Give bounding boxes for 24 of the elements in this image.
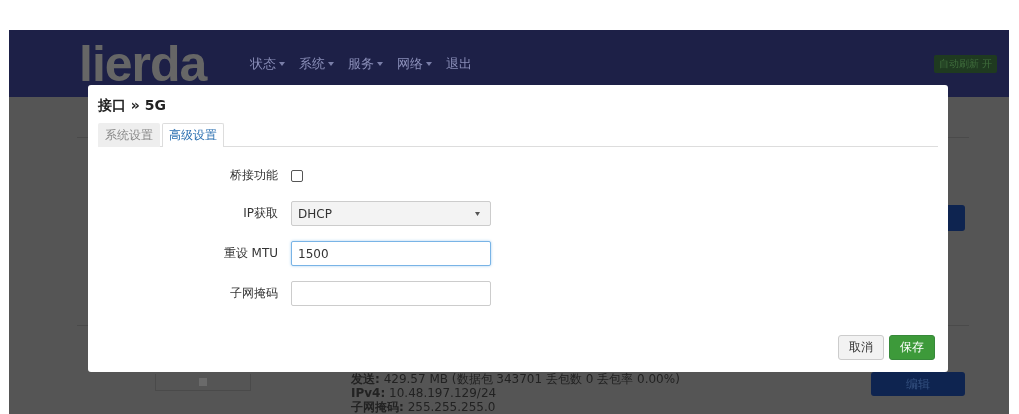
field-label: IP获取	[242, 205, 279, 222]
caret-icon	[328, 61, 335, 66]
menu-item[interactable]: 服务	[348, 54, 384, 73]
field-label: 子网掩码	[229, 285, 279, 302]
field-label: 重设 MTU	[222, 245, 279, 262]
menu-item[interactable]: 网络	[397, 54, 433, 73]
menu-item[interactable]: 退出	[446, 54, 473, 73]
dialog-title: 接口 » 5G	[98, 97, 168, 115]
menu-item[interactable]: 系统	[299, 54, 335, 73]
logo: lierda	[79, 38, 207, 89]
tab[interactable]: 系统设置	[98, 123, 160, 147]
field-label: 桥接功能	[229, 167, 279, 184]
tab[interactable]: 高级设置	[162, 123, 224, 147]
input-field[interactable]	[291, 281, 491, 306]
caret-icon	[377, 61, 384, 66]
cancel-button[interactable]: 取消	[838, 335, 884, 360]
dropdown[interactable]: DHCP	[291, 201, 491, 226]
checkbox[interactable]	[291, 169, 303, 182]
caret-icon	[426, 61, 433, 66]
input-field[interactable]: 1500	[291, 241, 491, 266]
caret-icon	[279, 61, 286, 66]
menu-item[interactable]: 状态	[250, 54, 286, 73]
caret-icon	[475, 211, 480, 216]
save-button[interactable]: 保存	[889, 335, 935, 360]
